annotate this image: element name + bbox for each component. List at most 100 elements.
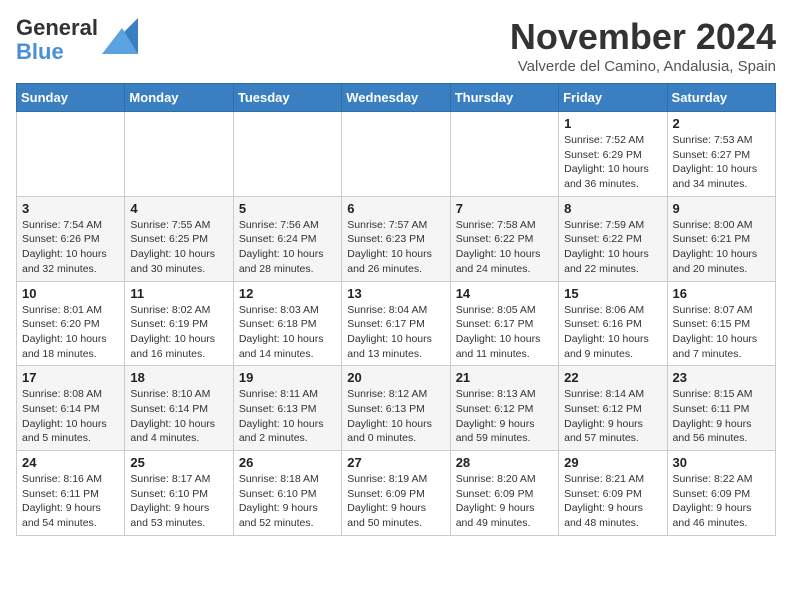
- calendar-cell: [17, 112, 125, 197]
- day-number: 20: [347, 370, 444, 385]
- calendar-week-5: 24 Sunrise: 8:16 AMSunset: 6:11 PMDayligh…: [17, 451, 776, 536]
- day-info: Sunrise: 8:22 AMSunset: 6:09 PMDaylight:…: [673, 472, 770, 531]
- calendar-cell: 20 Sunrise: 8:12 AMSunset: 6:13 PMDayligh…: [342, 366, 450, 451]
- day-info: Sunrise: 8:11 AMSunset: 6:13 PMDaylight:…: [239, 387, 336, 446]
- day-info: Sunrise: 8:08 AMSunset: 6:14 PMDaylight:…: [22, 387, 119, 446]
- calendar-cell: 23Sunrise: 8:15 AMSunset: 6:11 PMDayligh…: [667, 366, 775, 451]
- day-number: 1: [564, 116, 661, 131]
- day-number: 18: [130, 370, 227, 385]
- weekday-header-thursday: Thursday: [450, 84, 558, 112]
- day-info: Sunrise: 7:52 AMSunset: 6:29 PMDaylight:…: [564, 133, 661, 192]
- day-number: 7: [456, 201, 553, 216]
- day-info: Sunrise: 8:02 AMSunset: 6:19 PMDaylight:…: [130, 303, 227, 362]
- calendar-cell: 8 Sunrise: 7:59 AMSunset: 6:22 PMDaylight…: [559, 196, 667, 281]
- calendar-cell: [450, 112, 558, 197]
- calendar-cell: 28 Sunrise: 8:20 AMSunset: 6:09 PMDayligh…: [450, 451, 558, 536]
- day-info: Sunrise: 8:17 AMSunset: 6:10 PMDaylight:…: [130, 472, 227, 531]
- calendar-cell: 17 Sunrise: 8:08 AMSunset: 6:14 PMDayligh…: [17, 366, 125, 451]
- calendar-cell: 24 Sunrise: 8:16 AMSunset: 6:11 PMDayligh…: [17, 451, 125, 536]
- calendar-cell: 25Sunrise: 8:17 AMSunset: 6:10 PMDayligh…: [125, 451, 233, 536]
- calendar-table: SundayMondayTuesdayWednesdayThursdayFrid…: [16, 83, 776, 536]
- day-number: 10: [22, 286, 119, 301]
- day-info: Sunrise: 8:10 AMSunset: 6:14 PMDaylight:…: [130, 387, 227, 446]
- weekday-header-tuesday: Tuesday: [233, 84, 341, 112]
- calendar-week-4: 17 Sunrise: 8:08 AMSunset: 6:14 PMDayligh…: [17, 366, 776, 451]
- day-info: Sunrise: 8:15 AMSunset: 6:11 PMDaylight:…: [673, 387, 770, 446]
- day-number: 28: [456, 455, 553, 470]
- day-info: Sunrise: 8:05 AMSunset: 6:17 PMDaylight:…: [456, 303, 553, 362]
- calendar-cell: 6 Sunrise: 7:57 AMSunset: 6:23 PMDaylight…: [342, 196, 450, 281]
- day-number: 22: [564, 370, 661, 385]
- calendar-cell: 21 Sunrise: 8:13 AMSunset: 6:12 PMDayligh…: [450, 366, 558, 451]
- location: Valverde del Camino, Andalusia, Spain: [510, 58, 776, 75]
- calendar-cell: 2Sunrise: 7:53 AMSunset: 6:27 PMDaylight…: [667, 112, 775, 197]
- day-info: Sunrise: 8:04 AMSunset: 6:17 PMDaylight:…: [347, 303, 444, 362]
- day-info: Sunrise: 7:56 AMSunset: 6:24 PMDaylight:…: [239, 218, 336, 277]
- day-info: Sunrise: 8:13 AMSunset: 6:12 PMDaylight:…: [456, 387, 553, 446]
- day-number: 11: [130, 286, 227, 301]
- day-info: Sunrise: 8:18 AMSunset: 6:10 PMDaylight:…: [239, 472, 336, 531]
- calendar-cell: [125, 112, 233, 197]
- calendar-week-2: 3 Sunrise: 7:54 AMSunset: 6:26 PMDaylight…: [17, 196, 776, 281]
- day-number: 26: [239, 455, 336, 470]
- day-info: Sunrise: 8:19 AMSunset: 6:09 PMDaylight:…: [347, 472, 444, 531]
- day-number: 24: [22, 455, 119, 470]
- page-header: GeneralBlue November 2024 Valverde del C…: [16, 16, 776, 75]
- calendar-cell: 18 Sunrise: 8:10 AMSunset: 6:14 PMDayligh…: [125, 366, 233, 451]
- day-info: Sunrise: 8:14 AMSunset: 6:12 PMDaylight:…: [564, 387, 661, 446]
- day-info: Sunrise: 8:20 AMSunset: 6:09 PMDaylight:…: [456, 472, 553, 531]
- logo: GeneralBlue: [16, 16, 138, 64]
- title-block: November 2024 Valverde del Camino, Andal…: [510, 16, 776, 75]
- calendar-cell: 26 Sunrise: 8:18 AMSunset: 6:10 PMDayligh…: [233, 451, 341, 536]
- calendar-cell: 16 Sunrise: 8:07 AMSunset: 6:15 PMDayligh…: [667, 281, 775, 366]
- weekday-header-friday: Friday: [559, 84, 667, 112]
- weekday-header-wednesday: Wednesday: [342, 84, 450, 112]
- day-number: 3: [22, 201, 119, 216]
- day-info: Sunrise: 8:07 AMSunset: 6:15 PMDaylight:…: [673, 303, 770, 362]
- calendar-cell: 10 Sunrise: 8:01 AMSunset: 6:20 PMDayligh…: [17, 281, 125, 366]
- calendar-cell: 4Sunrise: 7:55 AMSunset: 6:25 PMDaylight…: [125, 196, 233, 281]
- day-number: 27: [347, 455, 444, 470]
- day-info: Sunrise: 8:12 AMSunset: 6:13 PMDaylight:…: [347, 387, 444, 446]
- calendar-cell: 29Sunrise: 8:21 AMSunset: 6:09 PMDayligh…: [559, 451, 667, 536]
- weekday-header-row: SundayMondayTuesdayWednesdayThursdayFrid…: [17, 84, 776, 112]
- day-info: Sunrise: 7:59 AMSunset: 6:22 PMDaylight:…: [564, 218, 661, 277]
- day-number: 2: [673, 116, 770, 131]
- calendar-cell: 11 Sunrise: 8:02 AMSunset: 6:19 PMDayligh…: [125, 281, 233, 366]
- day-number: 21: [456, 370, 553, 385]
- day-info: Sunrise: 7:54 AMSunset: 6:26 PMDaylight:…: [22, 218, 119, 277]
- day-number: 5: [239, 201, 336, 216]
- calendar-cell: 9Sunrise: 8:00 AMSunset: 6:21 PMDaylight…: [667, 196, 775, 281]
- calendar-cell: 1 Sunrise: 7:52 AMSunset: 6:29 PMDaylight…: [559, 112, 667, 197]
- calendar-cell: [233, 112, 341, 197]
- day-info: Sunrise: 8:06 AMSunset: 6:16 PMDaylight:…: [564, 303, 661, 362]
- day-number: 9: [673, 201, 770, 216]
- day-number: 14: [456, 286, 553, 301]
- calendar-cell: 12Sunrise: 8:03 AMSunset: 6:18 PMDayligh…: [233, 281, 341, 366]
- day-number: 19: [239, 370, 336, 385]
- calendar-cell: 13 Sunrise: 8:04 AMSunset: 6:17 PMDayligh…: [342, 281, 450, 366]
- day-number: 16: [673, 286, 770, 301]
- day-info: Sunrise: 7:57 AMSunset: 6:23 PMDaylight:…: [347, 218, 444, 277]
- weekday-header-sunday: Sunday: [17, 84, 125, 112]
- logo-icon: [102, 18, 138, 54]
- day-number: 29: [564, 455, 661, 470]
- calendar-week-1: 1 Sunrise: 7:52 AMSunset: 6:29 PMDaylight…: [17, 112, 776, 197]
- weekday-header-monday: Monday: [125, 84, 233, 112]
- day-info: Sunrise: 8:16 AMSunset: 6:11 PMDaylight:…: [22, 472, 119, 531]
- calendar-cell: [342, 112, 450, 197]
- calendar-cell: 27 Sunrise: 8:19 AMSunset: 6:09 PMDayligh…: [342, 451, 450, 536]
- day-info: Sunrise: 8:03 AMSunset: 6:18 PMDaylight:…: [239, 303, 336, 362]
- calendar-cell: 19 Sunrise: 8:11 AMSunset: 6:13 PMDayligh…: [233, 366, 341, 451]
- calendar-week-3: 10 Sunrise: 8:01 AMSunset: 6:20 PMDayligh…: [17, 281, 776, 366]
- calendar-cell: 5 Sunrise: 7:56 AMSunset: 6:24 PMDaylight…: [233, 196, 341, 281]
- day-number: 17: [22, 370, 119, 385]
- day-number: 8: [564, 201, 661, 216]
- day-number: 13: [347, 286, 444, 301]
- calendar-cell: 7Sunrise: 7:58 AMSunset: 6:22 PMDaylight…: [450, 196, 558, 281]
- day-number: 6: [347, 201, 444, 216]
- calendar-cell: 22 Sunrise: 8:14 AMSunset: 6:12 PMDayligh…: [559, 366, 667, 451]
- day-info: Sunrise: 8:01 AMSunset: 6:20 PMDaylight:…: [22, 303, 119, 362]
- weekday-header-saturday: Saturday: [667, 84, 775, 112]
- calendar-cell: 14 Sunrise: 8:05 AMSunset: 6:17 PMDayligh…: [450, 281, 558, 366]
